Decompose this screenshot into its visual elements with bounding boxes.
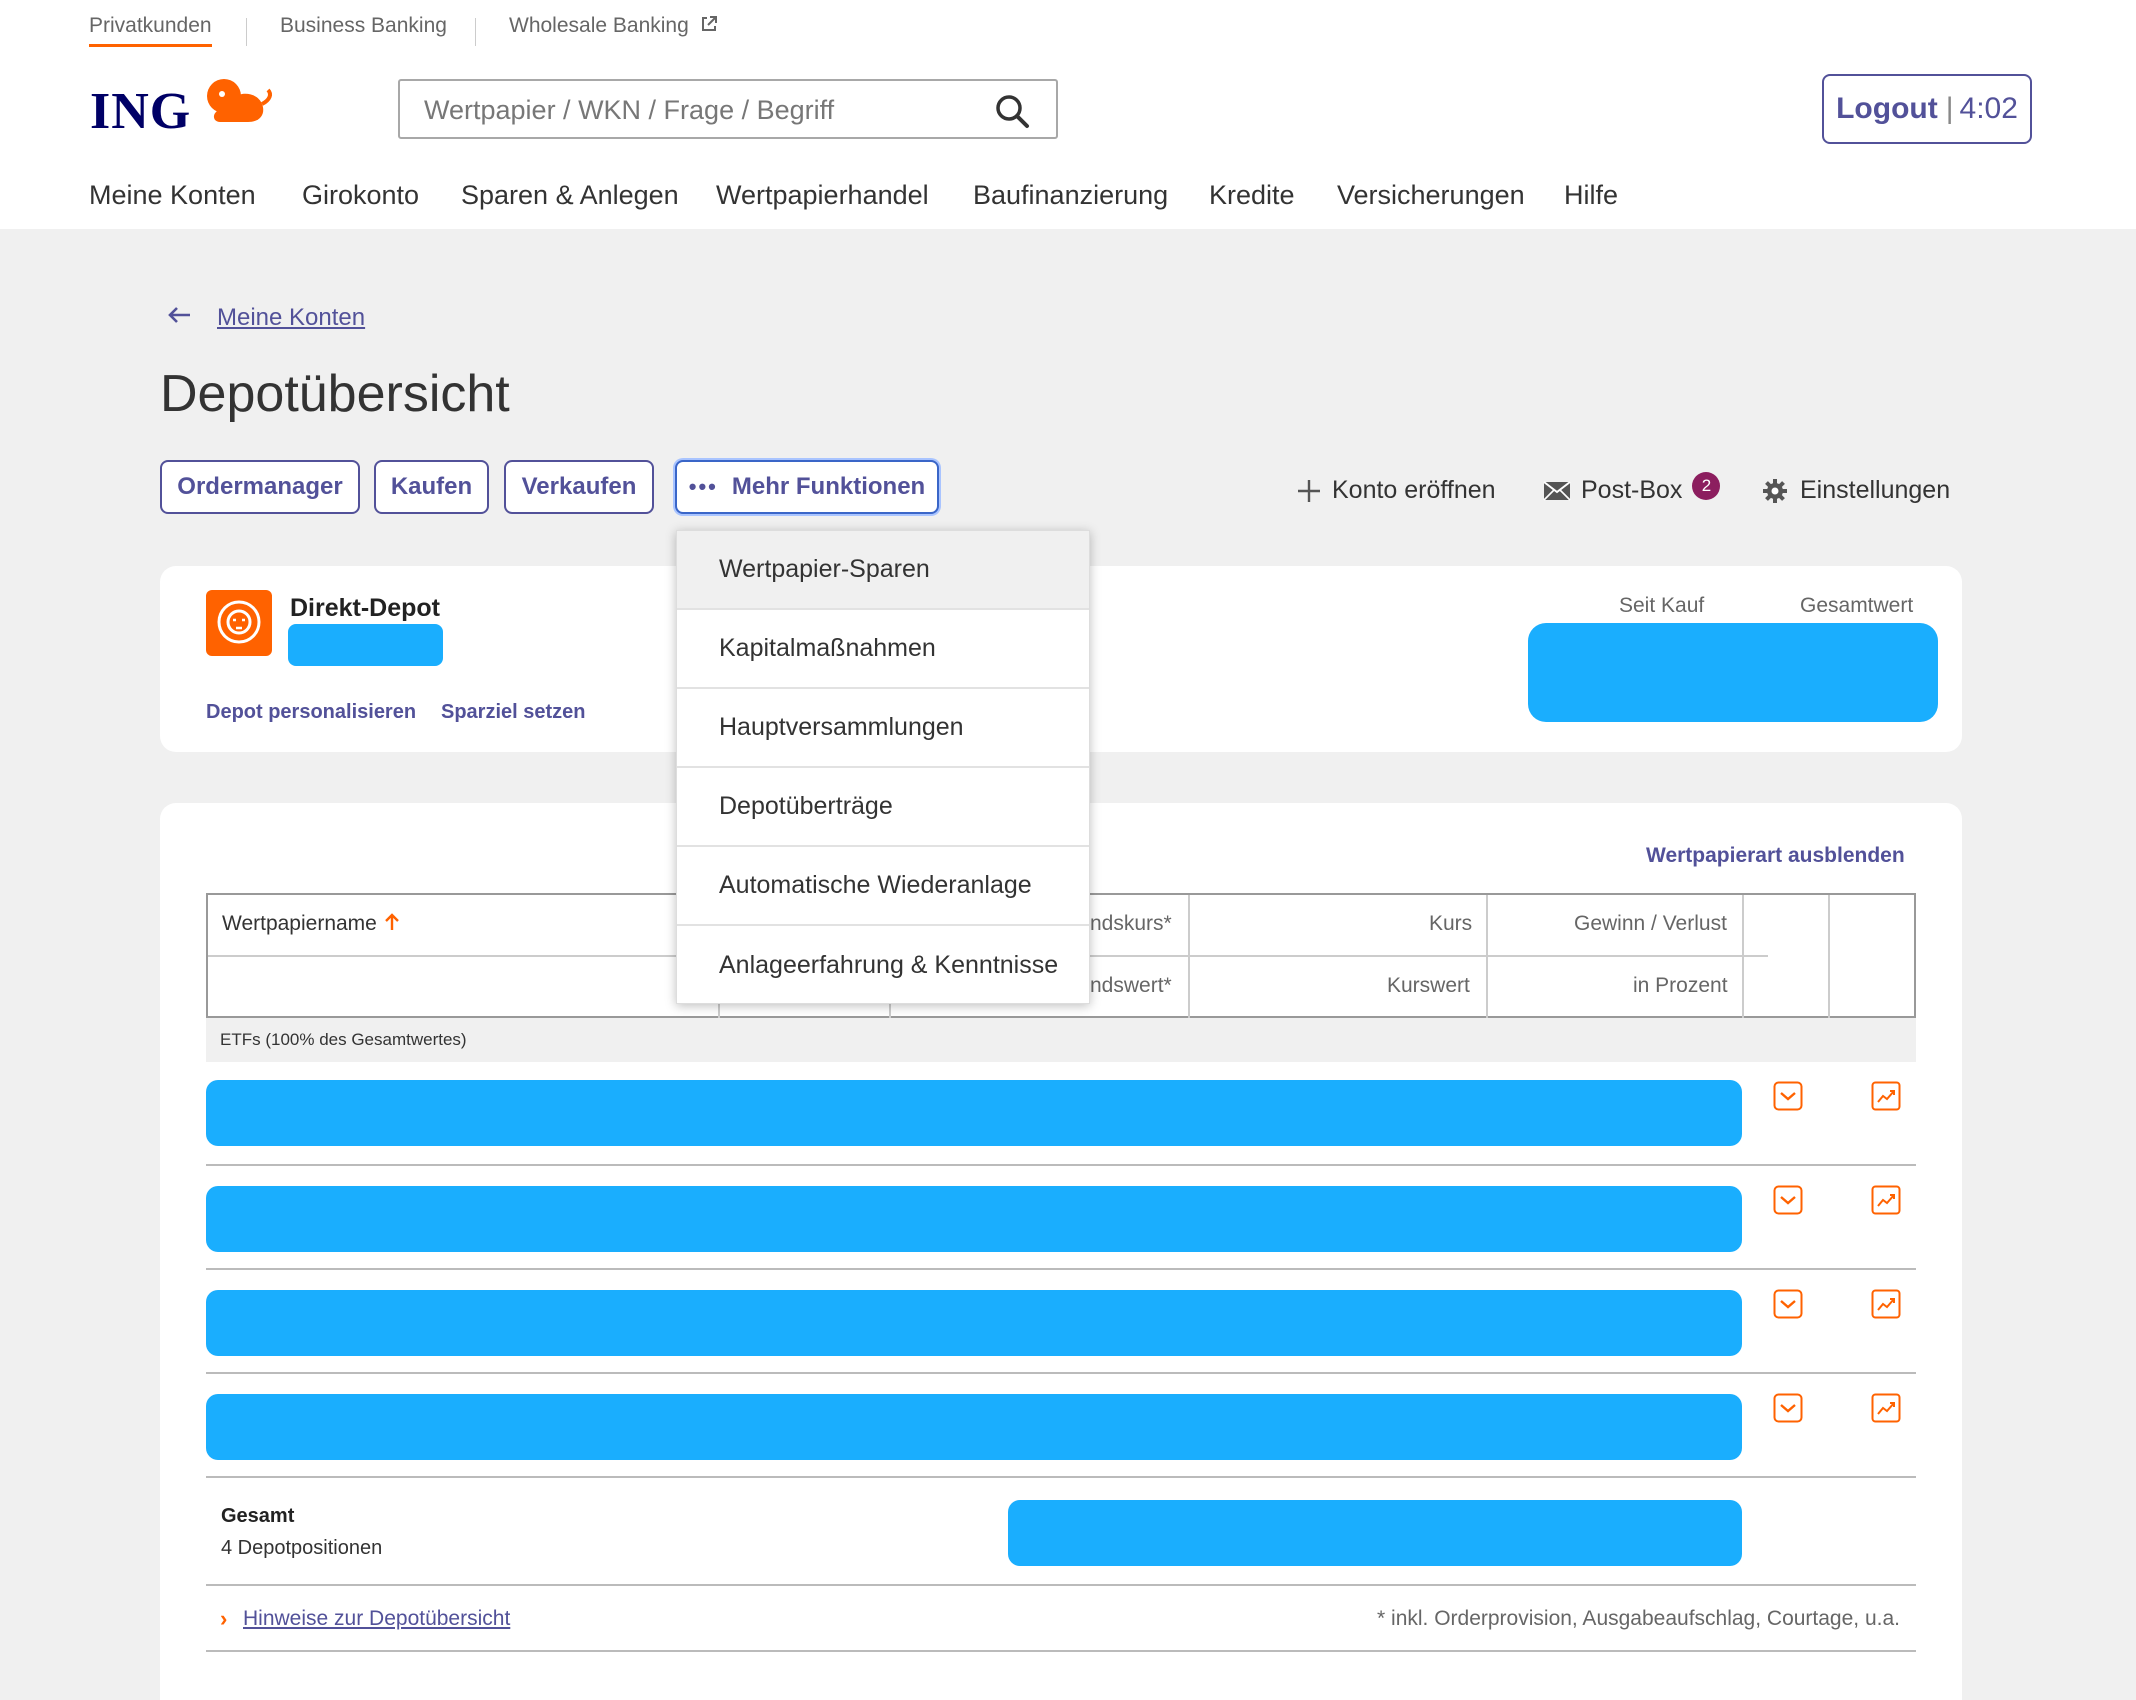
chart-icon[interactable] [1871,1081,1901,1111]
einstellungen-label: Einstellungen [1800,476,1951,504]
gear-icon [1763,478,1787,503]
hinweise-link[interactable]: Hinweise zur Depotübersicht [243,1607,510,1631]
expand-row-icon[interactable] [1773,1289,1803,1319]
redacted-position-row [206,1186,1742,1252]
col-einstandskurs: ndskurs* [1090,912,1172,935]
segment-divider [475,18,476,46]
sort-asc-icon [384,913,399,930]
redacted-depot-number [288,624,443,666]
plus-icon [1298,479,1320,502]
group-etfs-row: ETFs (100% des Gesamtwertes) [206,1018,1916,1062]
logo-wordmark: ING [90,83,192,140]
search-box[interactable] [398,79,1058,139]
col-in-prozent: in Prozent [1633,974,1728,997]
search-icon[interactable] [994,93,1030,129]
envelope-icon [1543,480,1571,501]
seit-kauf-header: Seit Kauf [1619,594,1705,617]
expand-row-icon[interactable] [1773,1393,1803,1423]
more-dots-icon: ••• [688,474,718,499]
segment-divider [246,18,247,46]
redacted-position-row [206,1394,1742,1460]
row-divider [206,1584,1916,1586]
menu-item-hauptversammlungen[interactable]: Hauptversammlungen [677,689,1089,768]
nav-girokonto[interactable]: Girokonto [302,180,419,211]
segment-wholesale-banking[interactable]: Wholesale Banking [509,14,719,38]
konto-eroeffnen-label: Konto eröffnen [1332,476,1496,504]
redacted-position-row [206,1080,1742,1146]
page-title: Depotübersicht [160,365,510,423]
postbox-link[interactable]: Post-Box 2 [1543,471,1721,505]
site-header: Privatkunden Business Banking Wholesale … [0,0,2136,229]
verkaufen-button[interactable]: Verkaufen [504,460,654,514]
col-wertpapiername-label: Wertpapiername [222,912,377,935]
ordermanager-button[interactable]: Ordermanager [160,460,360,514]
col-wertpapiername[interactable]: Wertpapiername [222,912,401,936]
logout-separator: | [1945,92,1954,125]
menu-item-wertpapier-sparen[interactable]: Wertpapier-Sparen [677,531,1089,610]
redacted-depot-values [1528,623,1938,722]
row-divider [206,1650,1916,1652]
header-col-divider [1742,895,1744,1018]
col-einstandswert: ndswert* [1090,974,1172,997]
mehr-funktionen-menu: Wertpapier-Sparen Kapitalmaßnahmen Haupt… [676,530,1090,1004]
header-col-divider [1486,895,1488,1018]
einstellungen-link[interactable]: Einstellungen [1762,476,1950,505]
col-gewinn-verlust: Gewinn / Verlust [1574,912,1727,935]
mehr-funktionen-label: Mehr Funktionen [731,473,926,500]
header-col-divider [1828,895,1830,1018]
arrow-left-icon[interactable] [166,302,192,328]
header-col-divider [1188,895,1190,1018]
row-divider [206,1268,1916,1270]
kaufen-button[interactable]: Kaufen [374,460,489,514]
mehr-funktionen-button[interactable]: ••• Mehr Funktionen [675,460,939,514]
breadcrumb-back-link[interactable]: Meine Konten [217,304,365,332]
external-link-icon [701,16,717,31]
col-kurs: Kurs [1429,912,1473,935]
wertpapierart-ausblenden-link[interactable]: Wertpapierart ausblenden [1646,844,1905,868]
nav-wertpapierhandel[interactable]: Wertpapierhandel [716,180,929,211]
postbox-count-badge: 2 [1692,471,1721,500]
depot-personalisieren-link[interactable]: Depot personalisieren [206,701,416,724]
menu-item-depotuebertraege[interactable]: Depotüberträge [677,768,1089,847]
redacted-total-values [1008,1500,1742,1566]
postbox-label: Post-Box [1581,476,1683,504]
col-kurswert: Kurswert [1387,974,1470,997]
total-label: Gesamt [221,1505,295,1527]
chart-icon[interactable] [1871,1289,1901,1319]
logout-label: Logout [1836,92,1938,125]
menu-item-kapitalmassnahmen[interactable]: Kapitalmaßnahmen [677,610,1089,689]
konto-eroeffnen-link[interactable]: Konto eröffnen [1296,476,1496,505]
nav-meine-konten[interactable]: Meine Konten [89,180,256,211]
nav-versicherungen[interactable]: Versicherungen [1337,180,1525,211]
menu-item-automatische-wiederanlage[interactable]: Automatische Wiederanlage [677,847,1089,926]
lion-logo-icon [207,79,272,122]
nav-sparen-anlegen[interactable]: Sparen & Anlegen [461,180,679,211]
nav-baufinanzierung[interactable]: Baufinanzierung [973,180,1168,211]
nav-kredite[interactable]: Kredite [1209,180,1295,211]
logout-button[interactable]: Logout | 4:02 [1822,74,2032,144]
segment-wholesale-label: Wholesale Banking [509,14,689,37]
nav-hilfe[interactable]: Hilfe [1564,180,1618,211]
sparziel-setzen-link[interactable]: Sparziel setzen [441,701,586,724]
segment-privatkunden[interactable]: Privatkunden [89,14,212,47]
row-divider [206,1476,1916,1478]
footnote: * inkl. Orderprovision, Ausgabeaufschlag… [1377,1607,1900,1630]
depot-name: Direkt-Depot [290,594,441,622]
gesamtwert-header: Gesamtwert [1800,594,1914,617]
ing-logo[interactable]: ING [90,79,272,141]
redacted-position-row [206,1290,1742,1356]
expand-row-icon[interactable] [1773,1185,1803,1215]
row-divider [206,1164,1916,1166]
total-positions: 4 Depotpositionen [221,1537,383,1559]
chart-icon[interactable] [1871,1185,1901,1215]
chevron-right-icon: › [220,1606,228,1631]
depot-lion-icon [206,590,272,656]
row-divider [206,1372,1916,1374]
menu-item-anlageerfahrung[interactable]: Anlageerfahrung & Kenntnisse [677,926,1089,1005]
expand-row-icon[interactable] [1773,1081,1803,1111]
session-timer: 4:02 [1959,92,2018,125]
segment-business-banking[interactable]: Business Banking [280,14,447,38]
chart-icon[interactable] [1871,1393,1901,1423]
search-input[interactable] [424,95,944,126]
